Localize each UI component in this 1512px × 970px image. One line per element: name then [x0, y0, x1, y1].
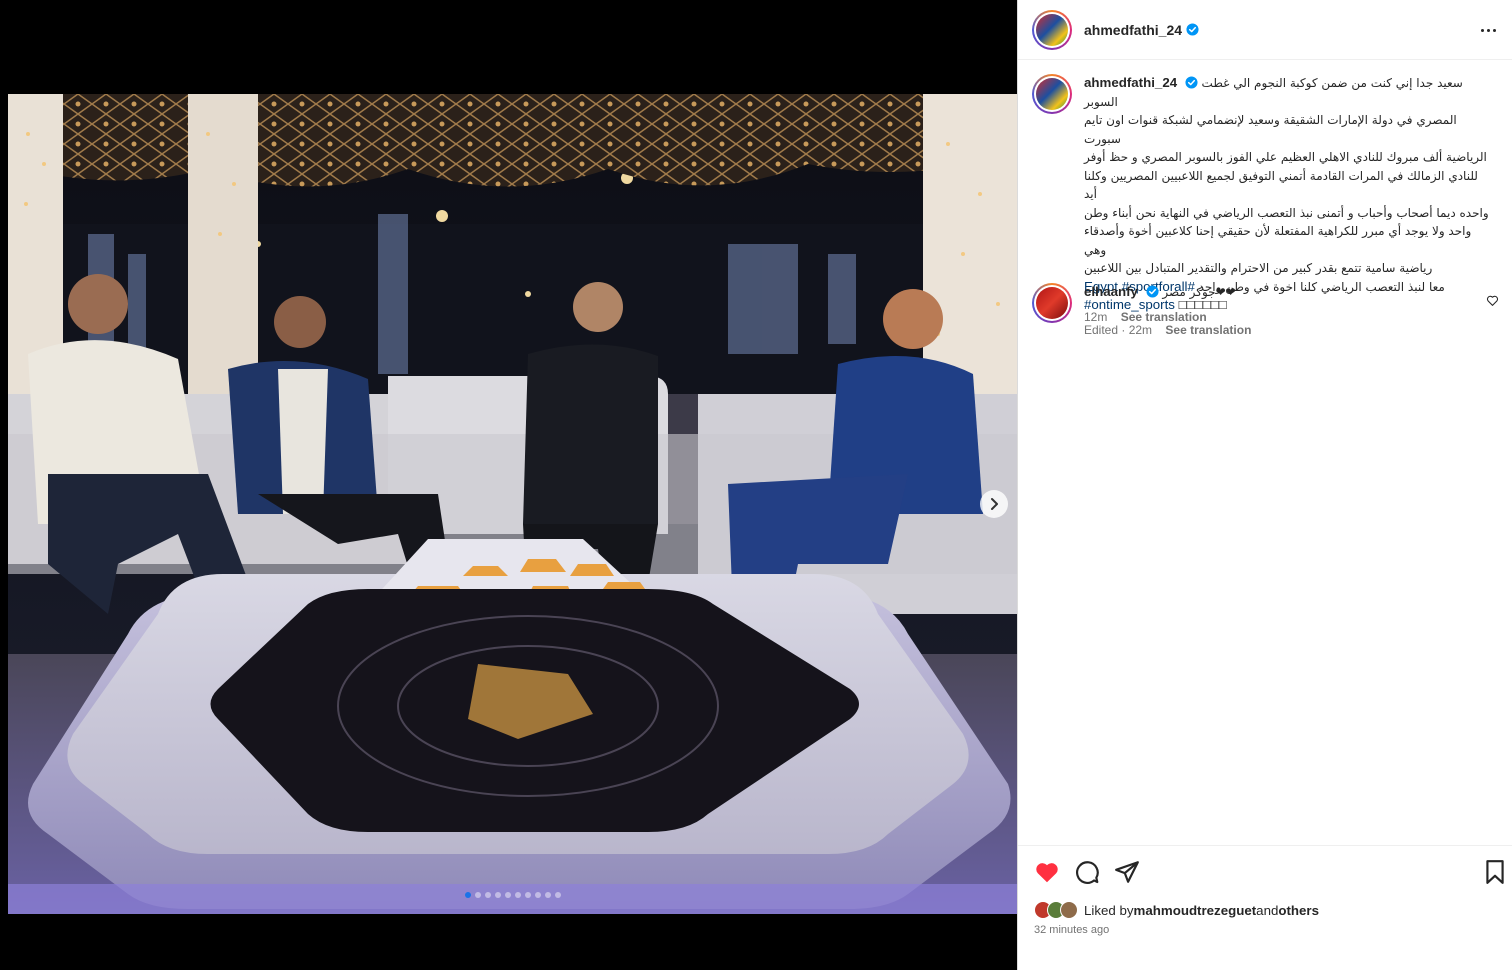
- caption-meta: Edited · 22m See translation: [1084, 323, 1490, 337]
- bookmark-icon[interactable]: [1482, 859, 1508, 885]
- liked-by-prefix: Liked by: [1084, 902, 1134, 918]
- verified-icon: [1146, 285, 1159, 298]
- carousel-dot[interactable]: [534, 892, 541, 898]
- comment-time: 12m: [1084, 309, 1108, 324]
- author-avatar[interactable]: [1032, 9, 1072, 50]
- liker-avatars[interactable]: [1034, 901, 1078, 919]
- caption-line: للنادي الزمالك في المرات القادمة أتمني ا…: [1084, 168, 1478, 202]
- see-translation-link[interactable]: See translation: [1121, 310, 1207, 324]
- verified-icon: [1185, 76, 1198, 89]
- comment-icon[interactable]: [1074, 859, 1100, 885]
- heart-icon[interactable]: [1034, 859, 1060, 885]
- instagram-post-view: ahmedfathi_24 ahmedfathi_24 سعيد جدا إني…: [0, 0, 1512, 970]
- chevron-right-icon: [991, 498, 998, 510]
- see-translation-link[interactable]: See translation: [1165, 323, 1251, 337]
- caption-line: واحده ديما أصحاب وأحباب و أتمنى نبذ التع…: [1084, 205, 1489, 220]
- commenter-username[interactable]: elhaanfy: [1084, 284, 1138, 299]
- caption-author-username[interactable]: ahmedfathi_24: [1084, 75, 1177, 90]
- caption-line: رياضية سامية تتمع بقدر كبير من الاحترام …: [1084, 261, 1433, 275]
- post-photo: [8, 94, 1017, 914]
- carousel-indicator: [8, 892, 1017, 898]
- carousel-dot[interactable]: [494, 892, 501, 898]
- post-header: ahmedfathi_24: [1018, 0, 1512, 60]
- caption-line: المصري في دولة الإمارات الشقيقة وسعيد لإ…: [1084, 113, 1457, 146]
- post-timestamp[interactable]: 32 minutes ago: [1034, 924, 1109, 936]
- caption-author-avatar[interactable]: [1032, 74, 1072, 114]
- likes-summary: Liked by mahmoudtrezeguet and others: [1034, 901, 1319, 919]
- caption-line: واحد ولا يوجد أي مبرر للكراهية المفتعلة …: [1084, 224, 1472, 257]
- post-side-panel: ahmedfathi_24 ahmedfathi_24 سعيد جدا إني…: [1017, 0, 1512, 970]
- carousel-dot[interactable]: [524, 892, 531, 898]
- verified-icon: [1186, 23, 1199, 36]
- carousel-dot[interactable]: [514, 892, 521, 898]
- carousel-dot[interactable]: [504, 892, 511, 898]
- commenter-avatar[interactable]: [1032, 283, 1072, 323]
- caption-line: الرياضية ألف مبروك للنادي الاهلي العظيم …: [1084, 150, 1487, 164]
- liker-username[interactable]: mahmoudtrezeguet: [1134, 903, 1257, 918]
- carousel-dot[interactable]: [484, 892, 491, 898]
- share-icon[interactable]: [1114, 859, 1140, 885]
- liked-by-others-link[interactable]: others: [1278, 903, 1319, 918]
- like-comment-heart-icon[interactable]: [1486, 294, 1499, 307]
- comment-item: elhaanfy جوكر مصر❤❤ 12m See translation: [1032, 283, 1507, 324]
- post-actions: Liked by mahmoudtrezeguet and others 32 …: [1018, 845, 1512, 970]
- more-icon: [1480, 28, 1484, 32]
- next-image-button[interactable]: [980, 490, 1008, 518]
- author-username[interactable]: ahmedfathi_24: [1084, 22, 1182, 38]
- carousel-dot[interactable]: [474, 892, 481, 898]
- media-area: [8, 0, 1017, 970]
- carousel-dot[interactable]: [464, 892, 471, 898]
- liked-by-and: and: [1256, 902, 1279, 918]
- edited-time: Edited · 22m: [1084, 322, 1153, 337]
- carousel-dot[interactable]: [544, 892, 551, 898]
- more-options-button[interactable]: [1477, 20, 1499, 40]
- comment-text: جوكر مصر❤❤: [1162, 285, 1236, 299]
- carousel-dot[interactable]: [554, 892, 561, 898]
